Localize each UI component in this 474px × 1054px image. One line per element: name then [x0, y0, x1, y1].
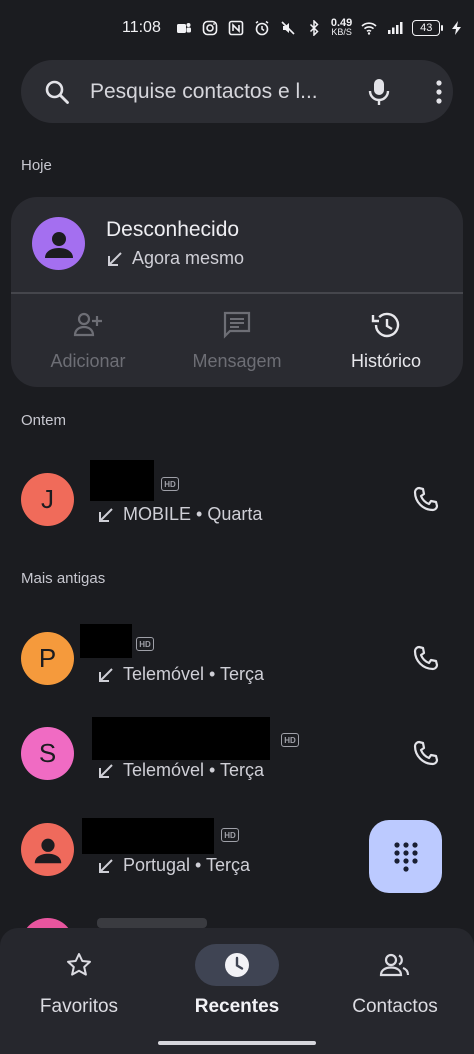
mute-icon — [279, 19, 297, 37]
section-header-older: Mais antigas — [21, 570, 106, 587]
redacted-name — [90, 460, 154, 501]
hd-voice-icon: HD — [221, 828, 239, 842]
battery-indicator: 43 — [412, 20, 444, 36]
divider — [11, 292, 463, 294]
nav-label: Recentes — [194, 996, 280, 1017]
avatar — [32, 217, 85, 270]
nav-contacts[interactable]: Contactos — [316, 944, 474, 1018]
clock-icon — [225, 953, 249, 977]
partial-row-text — [97, 918, 207, 928]
call-log-row[interactable]: J HD MOBILE • Quarta — [0, 455, 474, 545]
nav-recents[interactable]: Recentes — [158, 944, 316, 1018]
message-icon — [223, 311, 251, 339]
bluetooth-icon — [305, 19, 323, 37]
instagram-icon — [201, 19, 219, 37]
redacted-name — [92, 717, 270, 760]
search-icon[interactable] — [43, 78, 71, 106]
network-speed: 0.49 KB/S — [330, 17, 353, 37]
wifi-icon — [360, 19, 378, 37]
phone-icon[interactable] — [412, 485, 440, 513]
avatar: S — [21, 727, 74, 780]
search-bar[interactable]: Pesquise contactos e l... — [21, 60, 453, 123]
redacted-name — [82, 818, 214, 854]
people-icon — [379, 953, 410, 977]
nav-pill — [37, 944, 121, 986]
incoming-call-arrow-icon — [99, 763, 113, 778]
redacted-name — [80, 624, 132, 658]
incoming-call-arrow-icon — [99, 858, 113, 873]
action-label: Adicionar — [50, 351, 126, 371]
nav-label: Favoritos — [39, 996, 119, 1017]
status-bar: 11:08 0.49 KB/S 43 — [0, 0, 474, 56]
call-log-row[interactable]: S HD Telemóvel • Terça — [0, 709, 474, 799]
nav-label: Contactos — [352, 996, 438, 1017]
call-detail: Telemóvel • Terça — [97, 664, 264, 685]
teams-icon — [175, 19, 193, 37]
phone-icon[interactable] — [412, 644, 440, 672]
action-label: Mensagem — [192, 351, 282, 371]
section-header-yesterday: Ontem — [21, 412, 67, 429]
star-icon — [67, 953, 91, 976]
home-indicator[interactable] — [158, 1041, 316, 1045]
nav-pill — [353, 944, 437, 986]
nav-pill — [195, 944, 279, 986]
more-options-icon[interactable] — [427, 78, 451, 106]
avatar: P — [21, 632, 74, 685]
person-icon — [34, 838, 61, 863]
hd-voice-icon: HD — [161, 477, 179, 491]
call-detail: Portugal • Terça — [97, 855, 250, 876]
nav-favorites[interactable]: Favoritos — [0, 944, 158, 1018]
call-info: Agora mesmo — [106, 248, 244, 269]
dialpad-icon — [393, 841, 418, 872]
avatar: J — [21, 473, 74, 526]
microphone-icon[interactable] — [365, 77, 393, 107]
signal-icon — [386, 19, 404, 37]
add-contact-button[interactable]: Adicionar — [13, 309, 163, 372]
hd-voice-icon: HD — [136, 637, 154, 651]
hd-voice-icon: HD — [281, 733, 299, 747]
history-icon — [371, 312, 400, 338]
phone-icon[interactable] — [412, 739, 440, 767]
call-detail: Telemóvel • Terça — [97, 760, 264, 781]
nfc-icon — [227, 19, 245, 37]
alarm-icon — [253, 19, 271, 37]
charging-icon — [448, 19, 466, 37]
status-time: 11:08 — [122, 19, 161, 36]
call-log-row[interactable]: P HD Telemóvel • Terça — [0, 614, 474, 704]
incoming-call-arrow-icon — [99, 507, 113, 522]
avatar — [21, 823, 74, 876]
caller-name: Desconhecido — [106, 218, 240, 241]
section-header-today: Hoje — [21, 157, 52, 174]
search-input[interactable]: Pesquise contactos e l... — [90, 80, 318, 104]
incoming-call-arrow-icon — [108, 251, 122, 266]
person-icon — [44, 231, 73, 258]
add-person-icon — [73, 312, 102, 337]
dialpad-button[interactable] — [369, 820, 442, 893]
action-label: Histórico — [350, 351, 421, 371]
expanded-call-card[interactable]: Desconhecido Agora mesmo Adicionar Mensa… — [11, 197, 463, 387]
call-time: Agora mesmo — [132, 248, 245, 268]
message-button[interactable]: Mensagem — [162, 309, 312, 372]
bottom-navigation: Favoritos Recentes Contactos — [0, 928, 474, 1054]
call-detail: MOBILE • Quarta — [97, 504, 262, 525]
history-button[interactable]: Histórico — [311, 309, 461, 372]
incoming-call-arrow-icon — [99, 667, 113, 682]
